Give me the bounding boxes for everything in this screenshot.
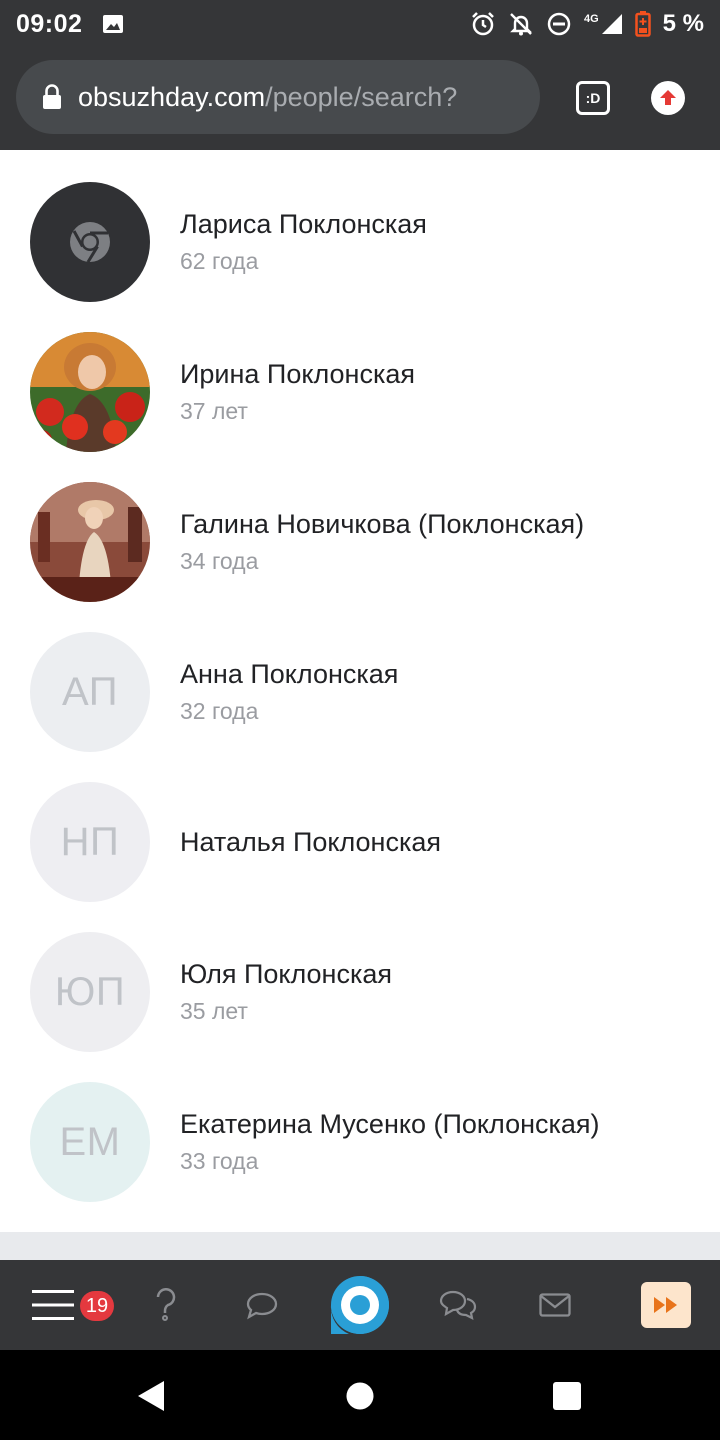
person-name[interactable]: Лариса Поклонская [180, 209, 427, 240]
bottom-nav: 19 [0, 1260, 720, 1350]
person-name[interactable]: Наталья Поклонская [180, 827, 441, 858]
address-bar[interactable]: obsuzhday.com/people/search? [16, 60, 540, 134]
avatar-photo [30, 332, 150, 452]
battery-percent: 5 % [662, 10, 704, 37]
status-icons: 4G 5 % [470, 10, 704, 38]
person-age: 35 лет [180, 998, 248, 1024]
lock-icon [43, 84, 61, 109]
notifications-off-icon [510, 13, 532, 36]
chats-button[interactable] [436, 1260, 480, 1350]
mail-icon [539, 1293, 571, 1317]
comments-button[interactable] [240, 1260, 284, 1350]
back-icon[interactable] [136, 1380, 166, 1412]
url-text[interactable]: obsuzhday.com/people/search? [78, 82, 457, 113]
avatar-initials: ЮП [54, 969, 126, 1014]
network-type: 4G [583, 13, 599, 25]
system-nav [0, 1350, 720, 1440]
alarm-icon [472, 12, 494, 36]
home-logo-icon [330, 1276, 389, 1334]
person-age: 34 года [180, 548, 259, 574]
chrome-icon [70, 222, 110, 263]
status-time: 09:02 [16, 9, 83, 38]
status-bar: 09:02 4G 5 % [0, 0, 720, 48]
person-name[interactable]: Галина Новичкова (Поклонская) [180, 509, 584, 540]
person-info: Юля Поклонская 35 лет [180, 959, 392, 1025]
person-info: Лариса Поклонская 62 года [180, 209, 427, 275]
list-item[interactable]: Галина Новичкова (Поклонская) 34 года [0, 467, 720, 617]
browser-toolbar: obsuzhday.com/people/search? :D [0, 48, 720, 150]
avatar[interactable] [30, 482, 150, 602]
signal-icon [601, 14, 622, 34]
list-item[interactable]: Ирина Поклонская 37 лет [0, 317, 720, 467]
list-item[interactable]: АП Анна Поклонская 32 года [0, 617, 720, 767]
person-age: 37 лет [180, 398, 248, 424]
person-info: Ирина Поклонская 37 лет [180, 359, 415, 425]
person-name[interactable]: Екатерина Мусенко (Поклонская) [180, 1109, 600, 1140]
person-name[interactable]: Ирина Поклонская [180, 359, 415, 390]
comment-icon [246, 1292, 278, 1320]
person-age: 62 года [180, 248, 259, 274]
people-list: Лариса Поклонская 62 года Ирина Поклонск… [0, 150, 720, 1232]
avatar-initials: АП [62, 669, 118, 714]
fast-forward-button[interactable] [641, 1282, 691, 1328]
avatar[interactable]: АП [30, 632, 150, 752]
avatar[interactable] [30, 332, 150, 452]
list-item[interactable]: Лариса Поклонская 62 года [0, 167, 720, 317]
avatar[interactable]: НП [30, 782, 150, 902]
recents-icon[interactable] [553, 1382, 581, 1410]
chats-icon [439, 1290, 477, 1320]
url-path: /people/search? [265, 81, 458, 112]
list-item[interactable]: НП Наталья Поклонская [0, 767, 720, 917]
person-name[interactable]: Анна Поклонская [180, 659, 398, 690]
menu-icon [32, 1290, 74, 1320]
question-icon [156, 1288, 176, 1321]
mail-button[interactable] [533, 1260, 577, 1350]
list-item[interactable]: ЕМ Екатерина Мусенко (Поклонская) 33 год… [0, 1067, 720, 1217]
upload-button[interactable] [651, 81, 685, 115]
avatar-photo [30, 482, 150, 602]
person-info: Анна Поклонская 32 года [180, 659, 398, 725]
tab-switcher-button[interactable]: :D [576, 81, 610, 115]
menu-button[interactable] [28, 1260, 78, 1350]
upload-icon [660, 90, 676, 105]
gallery-icon [103, 15, 124, 33]
avatar[interactable] [30, 182, 150, 302]
avatar-initials: НП [60, 819, 120, 864]
home-circle-icon[interactable] [346, 1382, 374, 1410]
person-info: Наталья Поклонская [180, 827, 441, 858]
person-name[interactable]: Юля Поклонская [180, 959, 392, 990]
person-info: Екатерина Мусенко (Поклонская) 33 года [180, 1109, 600, 1175]
person-age: 33 года [180, 1148, 259, 1174]
questions-button[interactable] [146, 1260, 186, 1350]
home-logo-button[interactable] [328, 1260, 392, 1350]
person-age: 32 года [180, 698, 259, 724]
avatar[interactable]: ЕМ [30, 1082, 150, 1202]
avatar-initials: ЕМ [59, 1119, 121, 1164]
do-not-disturb-icon [547, 12, 571, 36]
fast-forward-icon [654, 1297, 677, 1313]
url-domain: obsuzhday.com [78, 81, 266, 112]
avatar[interactable]: ЮП [30, 932, 150, 1052]
battery-low-icon [634, 11, 651, 37]
notification-badge: 19 [80, 1291, 114, 1321]
person-info: Галина Новичкова (Поклонская) 34 года [180, 509, 584, 575]
list-item[interactable]: ЮП Юля Поклонская 35 лет [0, 917, 720, 1067]
